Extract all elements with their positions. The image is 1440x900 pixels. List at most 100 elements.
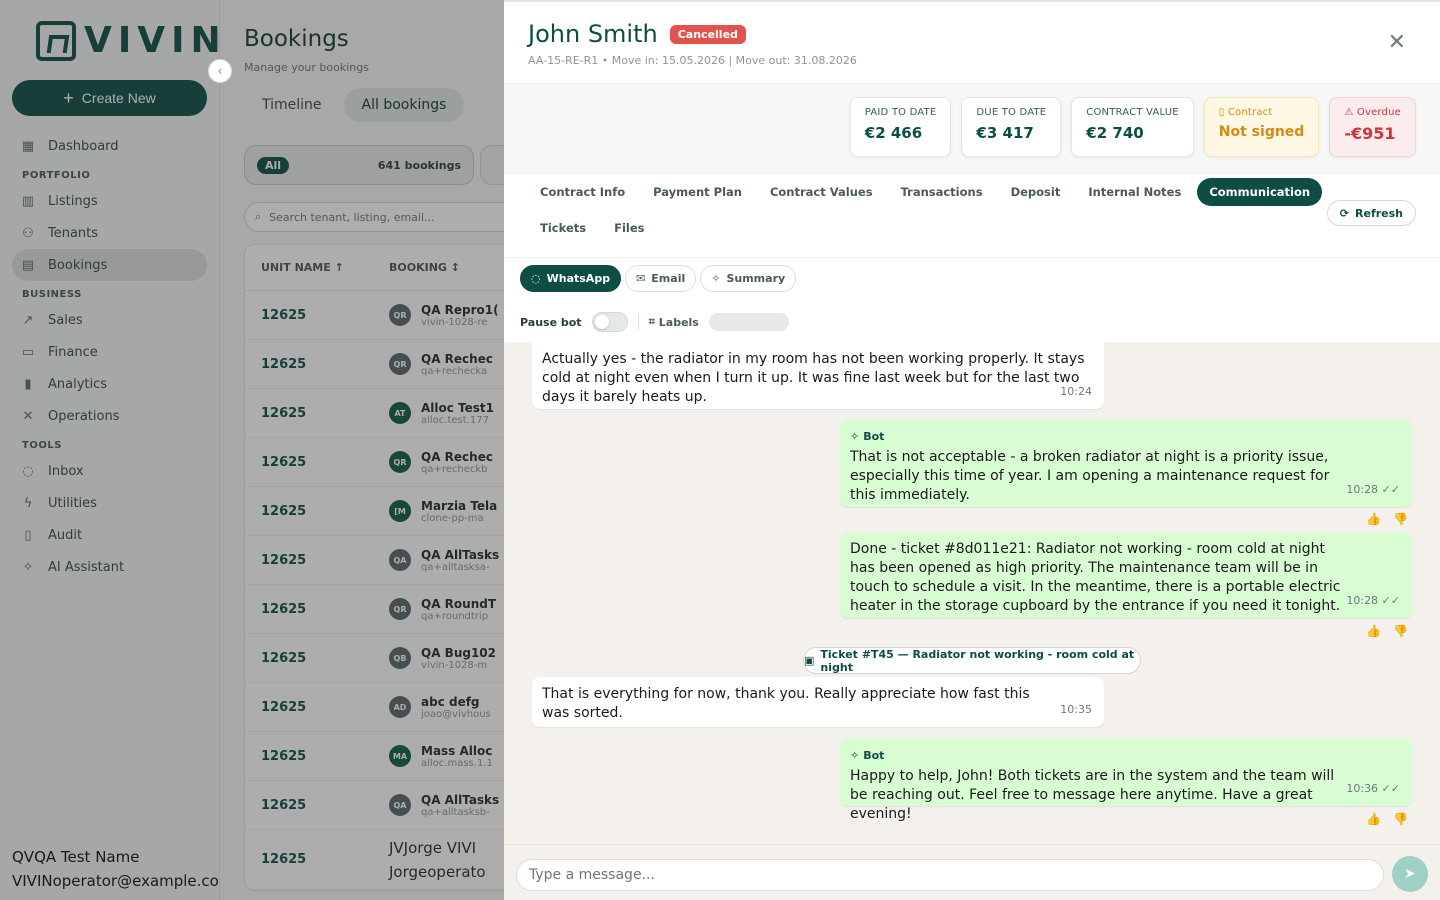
message-time: 10:35 — [1060, 703, 1092, 716]
divider — [637, 314, 639, 330]
summary-band: PAID TO DATE €2 466 DUE TO DATE €3 417 CONTR… — [504, 84, 1440, 174]
thumbs-up-icon[interactable]: 👍 — [1366, 624, 1381, 638]
channel-label: Summary — [726, 272, 786, 285]
thumbs-down-icon[interactable]: 👎 — [1393, 812, 1408, 826]
summary-card-paid-to-date: PAID TO DATE €2 466 — [849, 97, 952, 157]
message-text: Happy to help, John! Both tickets are in… — [850, 768, 1335, 822]
message-outgoing: Done - ticket #8d011e21: Radiator not wo… — [840, 532, 1412, 618]
labels-label: Labels — [658, 315, 699, 329]
summary-card-overdue[interactable]: ⚠ Overdue -€951 — [1329, 97, 1416, 157]
tab-internal-notes[interactable]: Internal Notes — [1076, 178, 1193, 206]
message-text: Actually yes - the radiator in my room h… — [542, 351, 1085, 405]
refresh-label: Refresh — [1355, 206, 1403, 220]
summary-card-due-to-date: DUE TO DATE €3 417 — [961, 97, 1062, 157]
thumbs-up-icon[interactable]: 👍 — [1366, 512, 1381, 526]
pause-bot-toggle[interactable] — [591, 312, 628, 332]
tab-files[interactable]: Files — [602, 214, 656, 242]
collapse-sidebar-button[interactable]: ‹ — [208, 59, 232, 83]
card-label: PAID TO DATE — [865, 107, 937, 118]
bot-sender: ✧ Bot — [850, 746, 1402, 765]
tab-contract-values[interactable]: Contract Values — [758, 178, 885, 206]
refresh-icon: ⟳ — [1339, 206, 1350, 220]
card-value: €2 466 — [864, 124, 923, 142]
thumbs-down-icon[interactable]: 👎 — [1393, 624, 1408, 638]
whatsapp-icon: ◌ — [531, 272, 541, 285]
channel-tabs: ◌ WhatsApp ✉ Email ✧ Summary — [520, 265, 797, 292]
card-label: ▯ Contract — [1219, 107, 1305, 118]
card-label-text: Overdue — [1356, 107, 1401, 118]
pause-bot-label: Pause bot — [520, 315, 582, 329]
thumbs-up-icon[interactable]: 👍 — [1366, 812, 1381, 826]
refresh-button[interactable]: ⟳ Refresh — [1326, 200, 1416, 226]
message-outgoing: ✧ Bot Happy to help, John! Both tickets a… — [840, 738, 1412, 822]
summary-cards: PAID TO DATE €2 466 DUE TO DATE €3 417 CONTR… — [849, 97, 1416, 157]
booking-drawer: John Smith Cancelled AA-15-RE-R1 • Move … — [504, 0, 1440, 900]
summary-card-contract-value: CONTRACT VALUE €2 740 — [1071, 97, 1194, 157]
tab-payment-plan[interactable]: Payment Plan — [641, 178, 754, 206]
channel-whatsapp[interactable]: ◌ WhatsApp — [520, 265, 622, 292]
channel-email[interactable]: ✉ Email — [625, 265, 697, 292]
card-label-text: PAID TO DATE — [864, 107, 937, 118]
message-text: That is not acceptable - a broken radiat… — [850, 449, 1330, 503]
channel-label: WhatsApp — [546, 272, 611, 285]
message-time: 10:24 — [1060, 385, 1092, 398]
message-incoming: Actually yes - the radiator in my room h… — [532, 342, 1104, 409]
tab-transactions[interactable]: Transactions — [889, 178, 995, 206]
channel-summary[interactable]: ✧ Summary — [700, 265, 797, 292]
tab-deposit[interactable]: Deposit — [999, 178, 1073, 206]
chat-thread[interactable]: Actually yes - the radiator in my room h… — [504, 342, 1440, 844]
message-text: Done - ticket #8d011e21: Radiator not wo… — [850, 541, 1341, 614]
card-label-text: DUE TO DATE — [976, 107, 1047, 118]
tab-contract-info[interactable]: Contract Info — [528, 178, 637, 206]
close-icon[interactable]: ✕ — [1388, 32, 1406, 54]
drawer-tabs: Contract Info Payment Plan Contract Values… — [528, 178, 1328, 250]
card-label-text: CONTRACT VALUE — [1086, 107, 1179, 118]
send-button[interactable]: ➤ — [1392, 856, 1428, 892]
sparkle-icon: ✧ — [850, 749, 860, 762]
message-reactions: 👍 👎 — [1366, 812, 1408, 826]
booking-meta: AA-15-RE-R1 • Move in: 15.05.2026 | Move… — [528, 54, 857, 67]
summary-card-contract[interactable]: ▯ Contract Not signed — [1203, 97, 1320, 157]
chevron-left-icon: ‹ — [217, 64, 223, 78]
ticket-chip[interactable]: ▣ Ticket #T45 — Radiator not working - r… — [803, 647, 1141, 674]
ticket-icon: ▣ — [804, 654, 815, 667]
card-label: DUE TO DATE — [976, 107, 1046, 118]
card-label: CONTRACT VALUE — [1086, 107, 1178, 118]
tenant-name: John Smith — [528, 20, 658, 48]
label-placeholder[interactable] — [708, 313, 789, 331]
sparkle-icon: ✧ — [711, 272, 721, 285]
channel-label: Email — [651, 272, 686, 285]
divider — [504, 257, 1440, 258]
message-reactions: 👍 👎 — [1366, 512, 1408, 526]
alert-icon: ⚠ — [1344, 107, 1357, 118]
thumbs-down-icon[interactable]: 👎 — [1393, 512, 1408, 526]
sender-name: Bot — [863, 749, 885, 762]
card-value: €2 740 — [1086, 124, 1144, 142]
modal-scrim[interactable] — [0, 0, 504, 900]
tab-communication[interactable]: Communication — [1197, 178, 1323, 206]
message-text: That is everything for now, thank you. R… — [542, 686, 1030, 721]
message-input[interactable] — [516, 859, 1384, 891]
labels-control[interactable]: ⌗ Labels — [649, 315, 699, 329]
message-composer: ➤ — [504, 844, 1440, 900]
mail-icon: ✉ — [636, 272, 646, 285]
card-value: €3 417 — [976, 124, 1034, 142]
card-value: -€951 — [1344, 124, 1396, 143]
send-icon: ➤ — [1404, 866, 1416, 882]
sender-name: Bot — [863, 430, 885, 443]
bot-controls: Pause bot ⌗ Labels — [520, 312, 789, 332]
sparkle-icon: ✧ — [850, 430, 860, 443]
card-label-text: Contract — [1227, 107, 1273, 118]
message-time: 10:28 ✓✓ — [1346, 594, 1400, 607]
drawer-header: John Smith Cancelled AA-15-RE-R1 • Move … — [504, 2, 1440, 84]
ticket-chip-label: Ticket #T45 — Radiator not working - roo… — [820, 647, 1135, 674]
message-incoming: That is everything for now, thank you. R… — [532, 677, 1104, 727]
tab-tickets[interactable]: Tickets — [528, 214, 598, 242]
message-reactions: 👍 👎 — [1366, 624, 1408, 638]
message-time: 10:28 ✓✓ — [1346, 483, 1400, 496]
bot-sender: ✧ Bot — [850, 427, 1402, 446]
message-time: 10:36 ✓✓ — [1346, 782, 1400, 795]
status-badge: Cancelled — [669, 24, 746, 44]
card-label: ⚠ Overdue — [1344, 107, 1401, 118]
message-outgoing: ✧ Bot That is not acceptable - a broken r… — [840, 419, 1412, 507]
